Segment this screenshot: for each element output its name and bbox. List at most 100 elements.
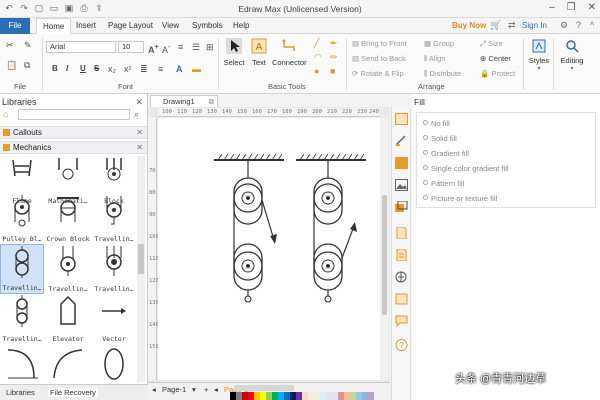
paste-icon[interactable]: 📋	[6, 60, 17, 71]
close-icon[interactable]: ⧉	[209, 96, 214, 107]
bring-to-front-button[interactable]: ▤ Bring to Front	[352, 39, 407, 48]
align-left-icon[interactable]: ≣	[140, 64, 148, 75]
restore-icon[interactable]: ❐	[567, 2, 576, 13]
rotate-flip-button[interactable]: ⟳ Rotate & Flip	[352, 69, 404, 78]
protect-button[interactable]: 🔒 Protect	[480, 69, 515, 78]
help-icon[interactable]: ?	[395, 339, 408, 351]
canvas-vertical-scrollbar[interactable]	[380, 117, 389, 380]
bullets-icon[interactable]: ☰	[192, 42, 200, 53]
send-to-back-button[interactable]: ▤ Send to Back	[352, 54, 406, 63]
editing-button[interactable]: Editing ▾	[557, 38, 587, 72]
canvas-horizontal-scrollbar[interactable]	[234, 385, 294, 391]
highlight-icon[interactable]: ▬	[192, 64, 201, 74]
select-button[interactable]: Select	[221, 38, 247, 67]
pen-tool-icon[interactable]: ✒	[330, 38, 338, 49]
center-button[interactable]: ⊕ Center	[480, 54, 511, 63]
home-icon[interactable]: ⌂	[3, 109, 8, 119]
tab-drawing1[interactable]: Drawing1 ⧉	[150, 95, 218, 107]
library-scrollbar[interactable]	[137, 156, 145, 382]
align-button[interactable]: ⫴ Align	[424, 54, 446, 64]
buy-now-link[interactable]: Buy Now	[452, 21, 486, 30]
scrollbar-thumb[interactable]	[382, 195, 387, 315]
font-color-icon[interactable]: A	[176, 64, 183, 74]
library-category-mechanics[interactable]: Mechanics ✕	[0, 141, 147, 154]
italic-button[interactable]: I	[66, 64, 68, 73]
chevron-down-icon[interactable]: ▾	[192, 385, 196, 394]
tab-file[interactable]: File	[0, 18, 30, 34]
close-icon[interactable]: ✕	[136, 142, 143, 153]
arc-tool-icon[interactable]: ◠	[314, 52, 322, 63]
shrink-font-icon[interactable]: A-	[162, 42, 171, 55]
tab-insert[interactable]: Insert	[76, 18, 96, 34]
underline-button[interactable]: U	[80, 64, 86, 73]
tab-file-recovery[interactable]: File Recovery	[48, 388, 98, 397]
copy-icon[interactable]: ⧉	[24, 60, 30, 71]
connector-button[interactable]: Connector	[272, 38, 307, 67]
minimize-icon[interactable]: –	[549, 2, 555, 13]
styles-button[interactable]: Styles ▾	[527, 38, 551, 72]
subscript-icon[interactable]: x₂	[108, 64, 116, 74]
page-icon[interactable]	[395, 226, 408, 240]
close-icon[interactable]: ✕	[136, 127, 143, 138]
page-nav-icon[interactable]: ◂	[214, 385, 218, 394]
font-size-dropdown[interactable]: 10	[118, 41, 144, 53]
align-center-icon[interactable]: ≡	[158, 64, 163, 74]
tab-home[interactable]: Home	[36, 18, 72, 34]
help-icon[interactable]: ?	[576, 20, 581, 30]
tab-view[interactable]: View	[162, 18, 179, 34]
group-button[interactable]: ▦ Group	[424, 39, 454, 48]
line-spacing-icon[interactable]: ≡	[178, 42, 183, 52]
scrollbar-thumb[interactable]	[138, 244, 144, 274]
layers-icon[interactable]	[395, 200, 408, 213]
tab-help[interactable]: Help	[233, 18, 249, 34]
font-name-dropdown[interactable]: Arial	[46, 41, 116, 53]
pulley-system-left[interactable]	[214, 153, 284, 303]
library-search-input[interactable]	[18, 109, 130, 120]
text-button[interactable]: A Text	[246, 38, 272, 67]
superscript-icon[interactable]: x²	[124, 64, 132, 74]
chevron-up-icon[interactable]: ^	[590, 20, 594, 30]
shape-travelling-block[interactable]: Travellin…	[0, 294, 44, 344]
close-icon[interactable]: ✕	[588, 2, 596, 13]
color-palette[interactable]	[230, 392, 374, 400]
fill-option-pattern-fill[interactable]: Pattern fill	[423, 179, 464, 188]
bold-button[interactable]: B	[52, 64, 58, 73]
fill-option-gradient-fill[interactable]: Gradient fill	[423, 149, 469, 158]
share-icon[interactable]: ⇄	[508, 20, 516, 31]
fill-option-solid-fill[interactable]: Solid fill	[423, 134, 457, 143]
strikethrough-button[interactable]: S	[94, 64, 99, 73]
shape-curve[interactable]	[46, 346, 90, 382]
close-icon[interactable]: ✕	[135, 97, 143, 108]
pencil-tool-icon[interactable]: ✏	[330, 52, 338, 63]
hyperlink-icon[interactable]	[395, 271, 408, 283]
shape-travelling-block[interactable]: Travellin…	[92, 244, 136, 294]
tab-symbols[interactable]: Symbols	[192, 18, 223, 34]
image-icon[interactable]	[395, 179, 408, 191]
fill-option-single-color-gradient[interactable]: Single color gradient fill	[423, 164, 509, 173]
tab-page-layout[interactable]: Page Layout	[108, 18, 153, 34]
pulley-system-right[interactable]	[296, 153, 366, 303]
fill-option-no-fill[interactable]: No fill	[423, 119, 450, 128]
library-category-callouts[interactable]: Callouts ✕	[0, 126, 147, 139]
line-tool-icon[interactable]: ╱	[314, 38, 319, 49]
tab-libraries[interactable]: Libraries	[6, 388, 35, 397]
shape-crown-block[interactable]: Crown Block	[46, 194, 90, 244]
settings-icon[interactable]: ⚙	[560, 20, 568, 31]
shape-ellipse[interactable]	[92, 346, 136, 382]
size-button[interactable]: ⤢ Size	[480, 39, 503, 49]
add-page-icon[interactable]: +	[204, 385, 208, 394]
shape-travelling-block[interactable]: Travellin…	[0, 244, 44, 294]
sign-in-link[interactable]: Sign In	[522, 21, 547, 30]
comment-icon[interactable]	[395, 315, 408, 328]
rectangle-tool-icon[interactable]: ■	[330, 66, 335, 76]
color-swatch[interactable]	[368, 392, 374, 400]
text-box-icon[interactable]: ⊞	[206, 42, 214, 53]
search-icon[interactable]: ⌕	[134, 109, 139, 120]
shape-arc[interactable]	[0, 346, 44, 382]
page-nav-left-icon[interactable]: ◂	[152, 385, 156, 394]
shape-vector[interactable]: Vector	[92, 294, 136, 344]
page-selector[interactable]: Page-1	[162, 385, 186, 394]
shape-pulley-block[interactable]: Pulley Bl…	[0, 194, 44, 244]
fill-icon[interactable]	[395, 113, 408, 125]
format-painter-icon[interactable]: ✎	[24, 40, 32, 51]
